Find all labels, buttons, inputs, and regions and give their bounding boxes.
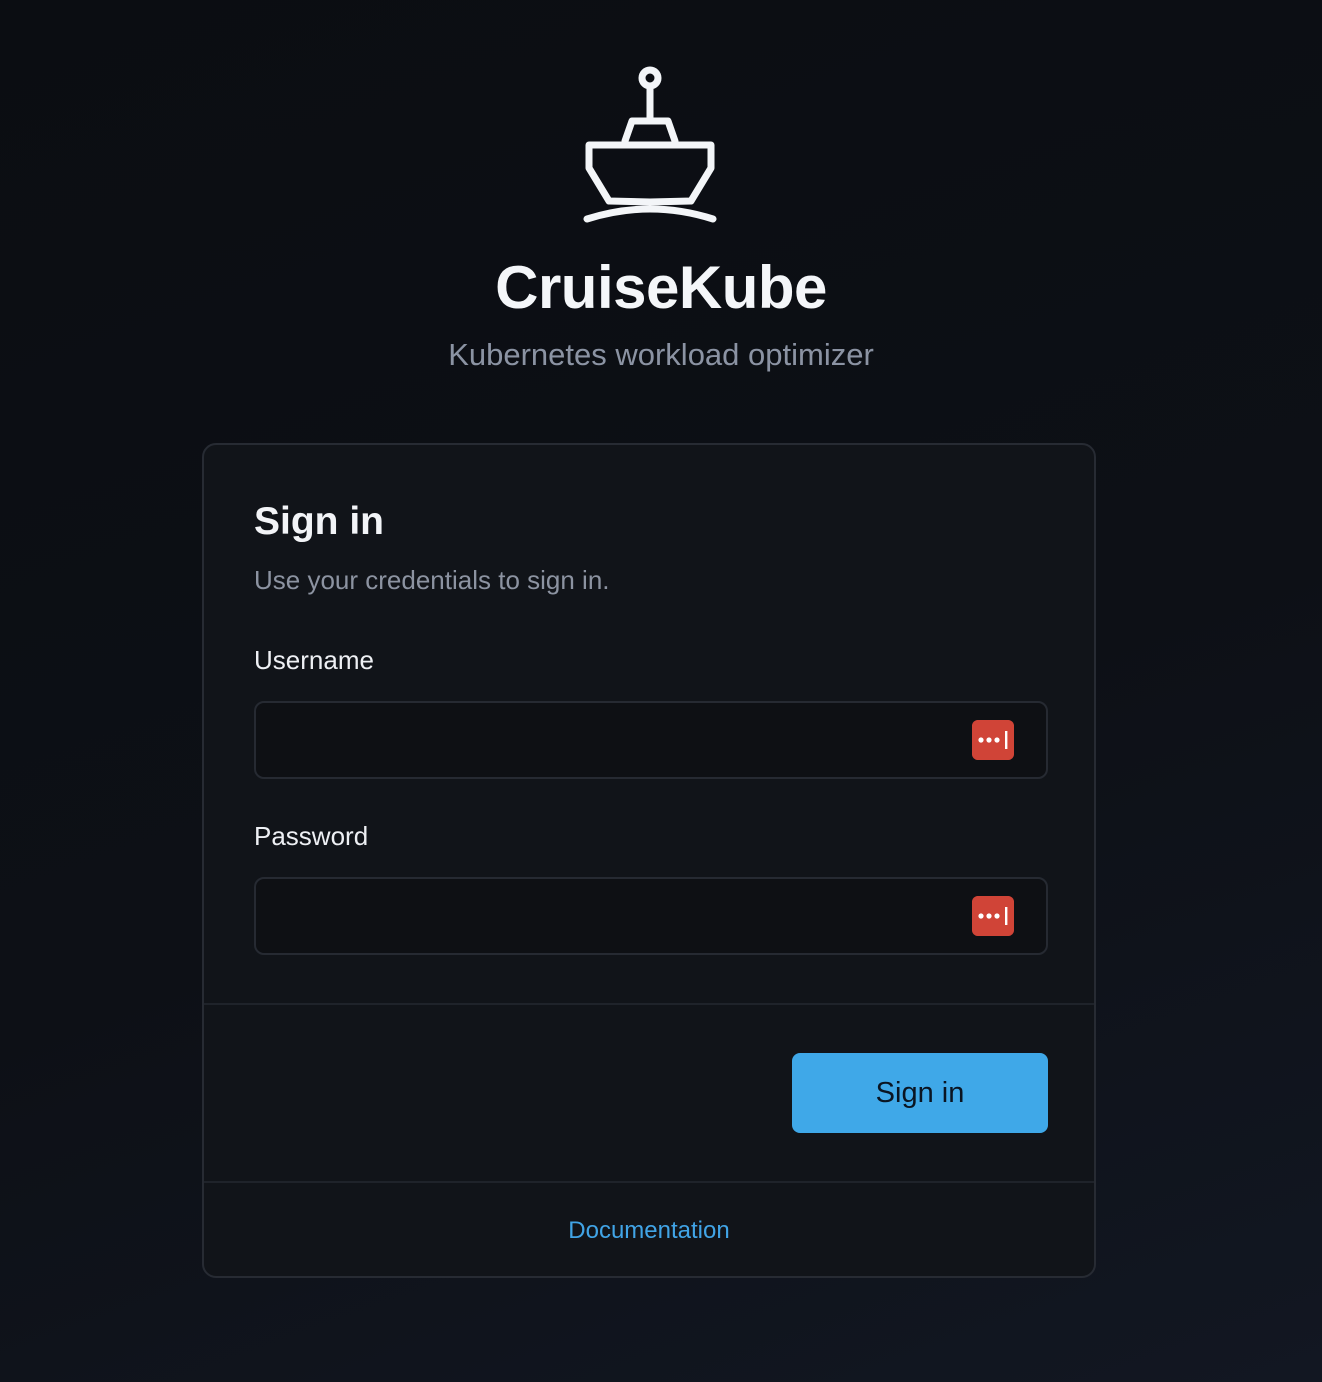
username-label: Username [254, 645, 374, 675]
username-field[interactable] [254, 701, 1048, 779]
password-manager-icon[interactable] [972, 720, 1014, 760]
password-manager-icon[interactable] [972, 896, 1014, 936]
username-input[interactable] [256, 703, 956, 777]
ship-icon [583, 66, 717, 223]
app-title: CruiseKube [495, 254, 827, 321]
divider [204, 1003, 1094, 1005]
password-label: Password [254, 821, 369, 851]
divider [204, 1181, 1094, 1183]
password-field[interactable] [254, 877, 1048, 955]
signin-subtitle: Use your credentials to sign in. [254, 565, 610, 595]
signin-button[interactable]: Sign in [792, 1053, 1048, 1133]
signin-title: Sign in [254, 500, 384, 543]
documentation-link[interactable]: Documentation [204, 1215, 1094, 1247]
signin-card: Sign in Use your credentials to sign in.… [202, 443, 1096, 1278]
app-subtitle: Kubernetes workload optimizer [448, 337, 874, 372]
password-input[interactable] [256, 879, 956, 953]
